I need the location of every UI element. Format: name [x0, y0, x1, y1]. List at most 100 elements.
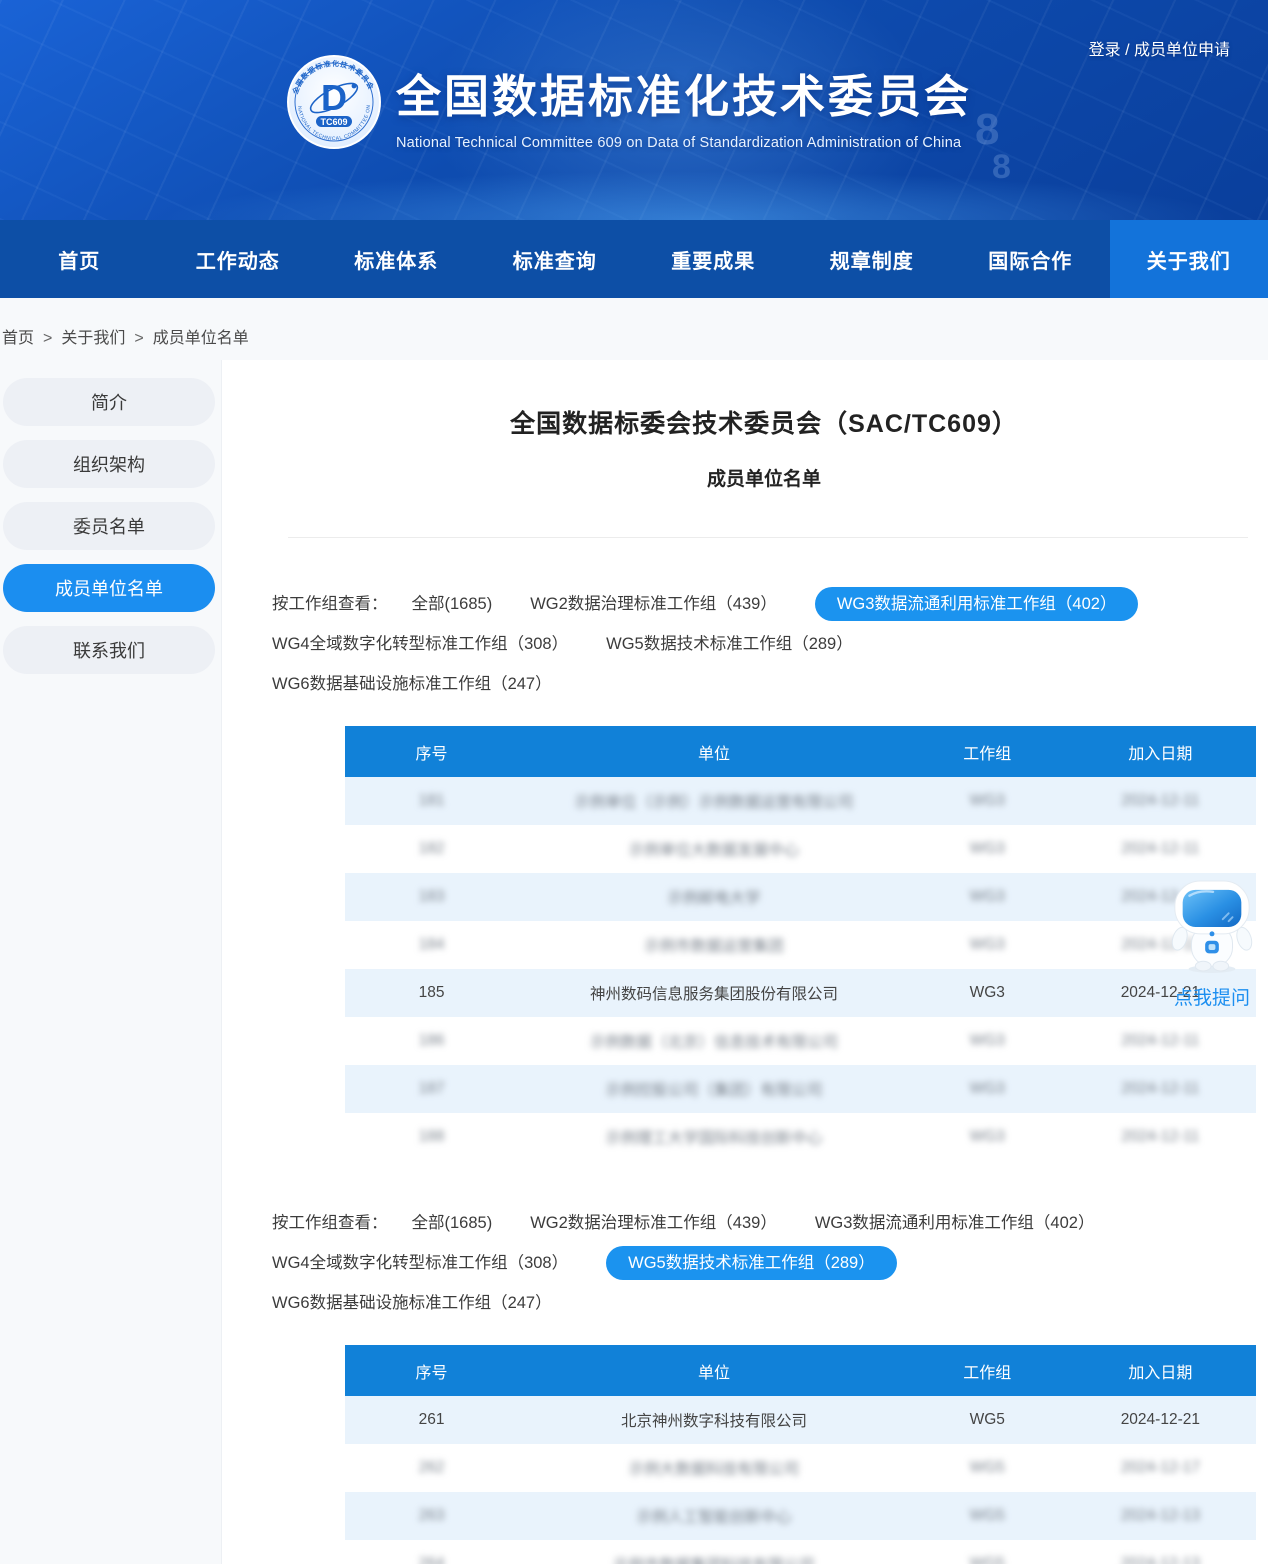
cell-unit: 北京神州数字科技有限公司 — [518, 1396, 910, 1444]
sidebar-item[interactable]: 简介 — [3, 378, 215, 426]
cell-unit: 示例市数据运营集团 — [518, 921, 910, 969]
nav-item[interactable]: 标准体系 — [317, 220, 476, 298]
nav-item[interactable]: 关于我们 — [1110, 220, 1268, 298]
column-header: 单位 — [518, 726, 910, 777]
filter-option[interactable]: 全部(1685) — [412, 592, 493, 616]
cell-workgroup: WG3 — [910, 777, 1065, 825]
nav-item[interactable]: 工作动态 — [159, 220, 318, 298]
assistant-label[interactable]: 点我提问 — [1160, 983, 1264, 1010]
logo-code: TC609 — [320, 117, 347, 127]
table-row-blurred: 184示例市数据运营集团WG32024-12-11 — [345, 921, 1256, 969]
cell-join-date: 2024-12-13 — [1065, 1492, 1256, 1540]
table-row-blurred: 187示例控股公司（集团）有限公司WG32024-12-11 — [345, 1065, 1256, 1113]
filter-option[interactable]: WG4全域数字化转型标准工作组（308） — [272, 1251, 568, 1275]
cell-workgroup: WG3 — [910, 1065, 1065, 1113]
robot-mascot-icon — [1168, 880, 1256, 974]
cell-join-date: 2024-12-11 — [1065, 777, 1256, 825]
table-row-blurred: 264示例市数据集团科技有限公司WG52024-12-13 — [345, 1540, 1256, 1564]
filter-option[interactable]: WG5数据技术标准工作组（289） — [606, 632, 853, 656]
sidebar-item[interactable]: 成员单位名单 — [3, 564, 215, 612]
breadcrumb: 首页>关于我们>成员单位名单 — [0, 298, 1268, 360]
member-section: 按工作组查看： 全部(1685) WG2数据治理标准工作组（439） WG3数据流通利… — [272, 1211, 1256, 1564]
cell-join-date: 2024-12-17 — [1065, 1444, 1256, 1492]
cell-unit: 示例理工大学国际科技创新中心 — [518, 1113, 910, 1161]
filter-option[interactable]: WG6数据基础设施标准工作组（247） — [272, 1291, 552, 1315]
nav-item[interactable]: 首页 — [0, 220, 159, 298]
sidebar-item[interactable]: 组织架构 — [3, 440, 215, 488]
table-row-blurred: 262示例大数据科技有限公司WG52024-12-17 — [345, 1444, 1256, 1492]
committee-logo-icon: 全国数据标准化技术委员会 NATIONAL TECHNICAL COMMITTE… — [286, 54, 382, 150]
table-row-blurred: 182示例单位大数据发展中心WG32024-12-11 — [345, 825, 1256, 873]
filter-group-label: 按工作组查看： — [272, 1211, 388, 1235]
cell-unit: 示例数据（北京）信息技术有限公司 — [518, 1017, 910, 1065]
filter-option[interactable]: WG4全域数字化转型标准工作组（308） — [272, 632, 568, 656]
cell-join-date: 2024-12-11 — [1065, 1017, 1256, 1065]
cell-workgroup: WG5 — [910, 1540, 1065, 1564]
cell-workgroup: WG5 — [910, 1396, 1065, 1444]
filter-option[interactable]: WG2数据治理标准工作组（439） — [530, 1211, 777, 1235]
cell-no: 187 — [345, 1065, 518, 1113]
site-subtitle-en: National Technical Committee 609 on Data… — [396, 135, 972, 151]
filter-option[interactable]: WG6数据基础设施标准工作组（247） — [272, 672, 552, 696]
cell-join-date: 2024-12-11 — [1065, 1113, 1256, 1161]
breadcrumb-item[interactable]: 首页 — [2, 330, 34, 347]
cell-unit: 示例大数据科技有限公司 — [518, 1444, 910, 1492]
cell-workgroup: WG3 — [910, 825, 1065, 873]
assistant-robot[interactable]: 点我提问 — [1160, 880, 1264, 1010]
table-row-blurred: 183示例邮电大学WG32024-12-11 — [345, 873, 1256, 921]
cell-join-date: 2024-12-11 — [1065, 825, 1256, 873]
column-header: 工作组 — [910, 726, 1065, 777]
cell-join-date: 2024-12-21 — [1065, 1396, 1256, 1444]
cell-unit: 神州数码信息服务集团股份有限公司 — [518, 969, 910, 1017]
nav-item[interactable]: 规章制度 — [793, 220, 952, 298]
table-row-blurred: 263示例人工智能创新中心WG52024-12-13 — [345, 1492, 1256, 1540]
breadcrumb-item[interactable]: 关于我们 — [61, 330, 125, 347]
cell-no: 184 — [345, 921, 518, 969]
cell-workgroup: WG5 — [910, 1492, 1065, 1540]
filter-group-label: 按工作组查看： — [272, 592, 388, 616]
main-nav: 首页工作动态标准体系标准查询重要成果规章制度国际合作关于我们 — [0, 220, 1268, 298]
filter-option-active[interactable]: WG5数据技术标准工作组（289） — [606, 1246, 897, 1280]
cell-no: 264 — [345, 1540, 518, 1564]
cell-no: 182 — [345, 825, 518, 873]
cell-no: 185 — [345, 969, 518, 1017]
cell-no: 186 — [345, 1017, 518, 1065]
cell-workgroup: WG5 — [910, 1444, 1065, 1492]
cell-no: 262 — [345, 1444, 518, 1492]
page-subtitle: 成员单位名单 — [272, 464, 1256, 491]
banner-digit-decor: 8 — [992, 148, 1011, 187]
sidebar-item[interactable]: 委员名单 — [3, 502, 215, 550]
cell-join-date: 2024-12-11 — [1065, 1065, 1256, 1113]
sidebar-item[interactable]: 联系我们 — [3, 626, 215, 674]
cell-unit: 示例人工智能创新中心 — [518, 1492, 910, 1540]
cell-unit: 示例市数据集团科技有限公司 — [518, 1540, 910, 1564]
cell-unit: 示例邮电大学 — [518, 873, 910, 921]
nav-item[interactable]: 国际合作 — [951, 220, 1110, 298]
breadcrumb-separator: > — [134, 330, 143, 347]
table-row-blurred: 181示例单位（示例）示例数据运营有限公司WG32024-12-11 — [345, 777, 1256, 825]
column-header: 序号 — [345, 726, 518, 777]
nav-item[interactable]: 标准查询 — [476, 220, 635, 298]
cell-workgroup: WG3 — [910, 1017, 1065, 1065]
page-title: 全国数据标委会技术委员会（SAC/TC609） — [272, 404, 1256, 440]
column-header: 单位 — [518, 1345, 910, 1396]
member-table: 序号单位工作组加入日期261北京神州数字科技有限公司WG52024-12-212… — [345, 1345, 1256, 1564]
nav-item[interactable]: 重要成果 — [634, 220, 793, 298]
cell-no: 188 — [345, 1113, 518, 1161]
header-banner: 8 8 登录 / 成员单位申请 全国数据标准化技术委员会 NATIONAL TE… — [0, 0, 1268, 220]
login-apply-link[interactable]: 登录 / 成员单位申请 — [1089, 36, 1230, 60]
filter-option[interactable]: WG2数据治理标准工作组（439） — [530, 592, 777, 616]
cell-unit: 示例控股公司（集团）有限公司 — [518, 1065, 910, 1113]
filter-option[interactable]: 全部(1685) — [412, 1211, 493, 1235]
column-header: 序号 — [345, 1345, 518, 1396]
member-table: 序号单位工作组加入日期181示例单位（示例）示例数据运营有限公司WG32024-… — [345, 726, 1256, 1161]
cell-workgroup: WG3 — [910, 873, 1065, 921]
main-content: 全国数据标委会技术委员会（SAC/TC609） 成员单位名单 按工作组查看： 全部… — [221, 360, 1268, 1564]
filter-option[interactable]: WG3数据流通利用标准工作组（402） — [815, 1211, 1095, 1235]
logo-letter: D — [321, 77, 347, 118]
cell-workgroup: WG3 — [910, 1113, 1065, 1161]
cell-unit: 示例单位（示例）示例数据运营有限公司 — [518, 777, 910, 825]
filter-option-active[interactable]: WG3数据流通利用标准工作组（402） — [815, 587, 1139, 621]
breadcrumb-item[interactable]: 成员单位名单 — [153, 330, 249, 347]
sidebar-menu: 简介组织架构委员名单成员单位名单联系我们 — [0, 360, 221, 1564]
